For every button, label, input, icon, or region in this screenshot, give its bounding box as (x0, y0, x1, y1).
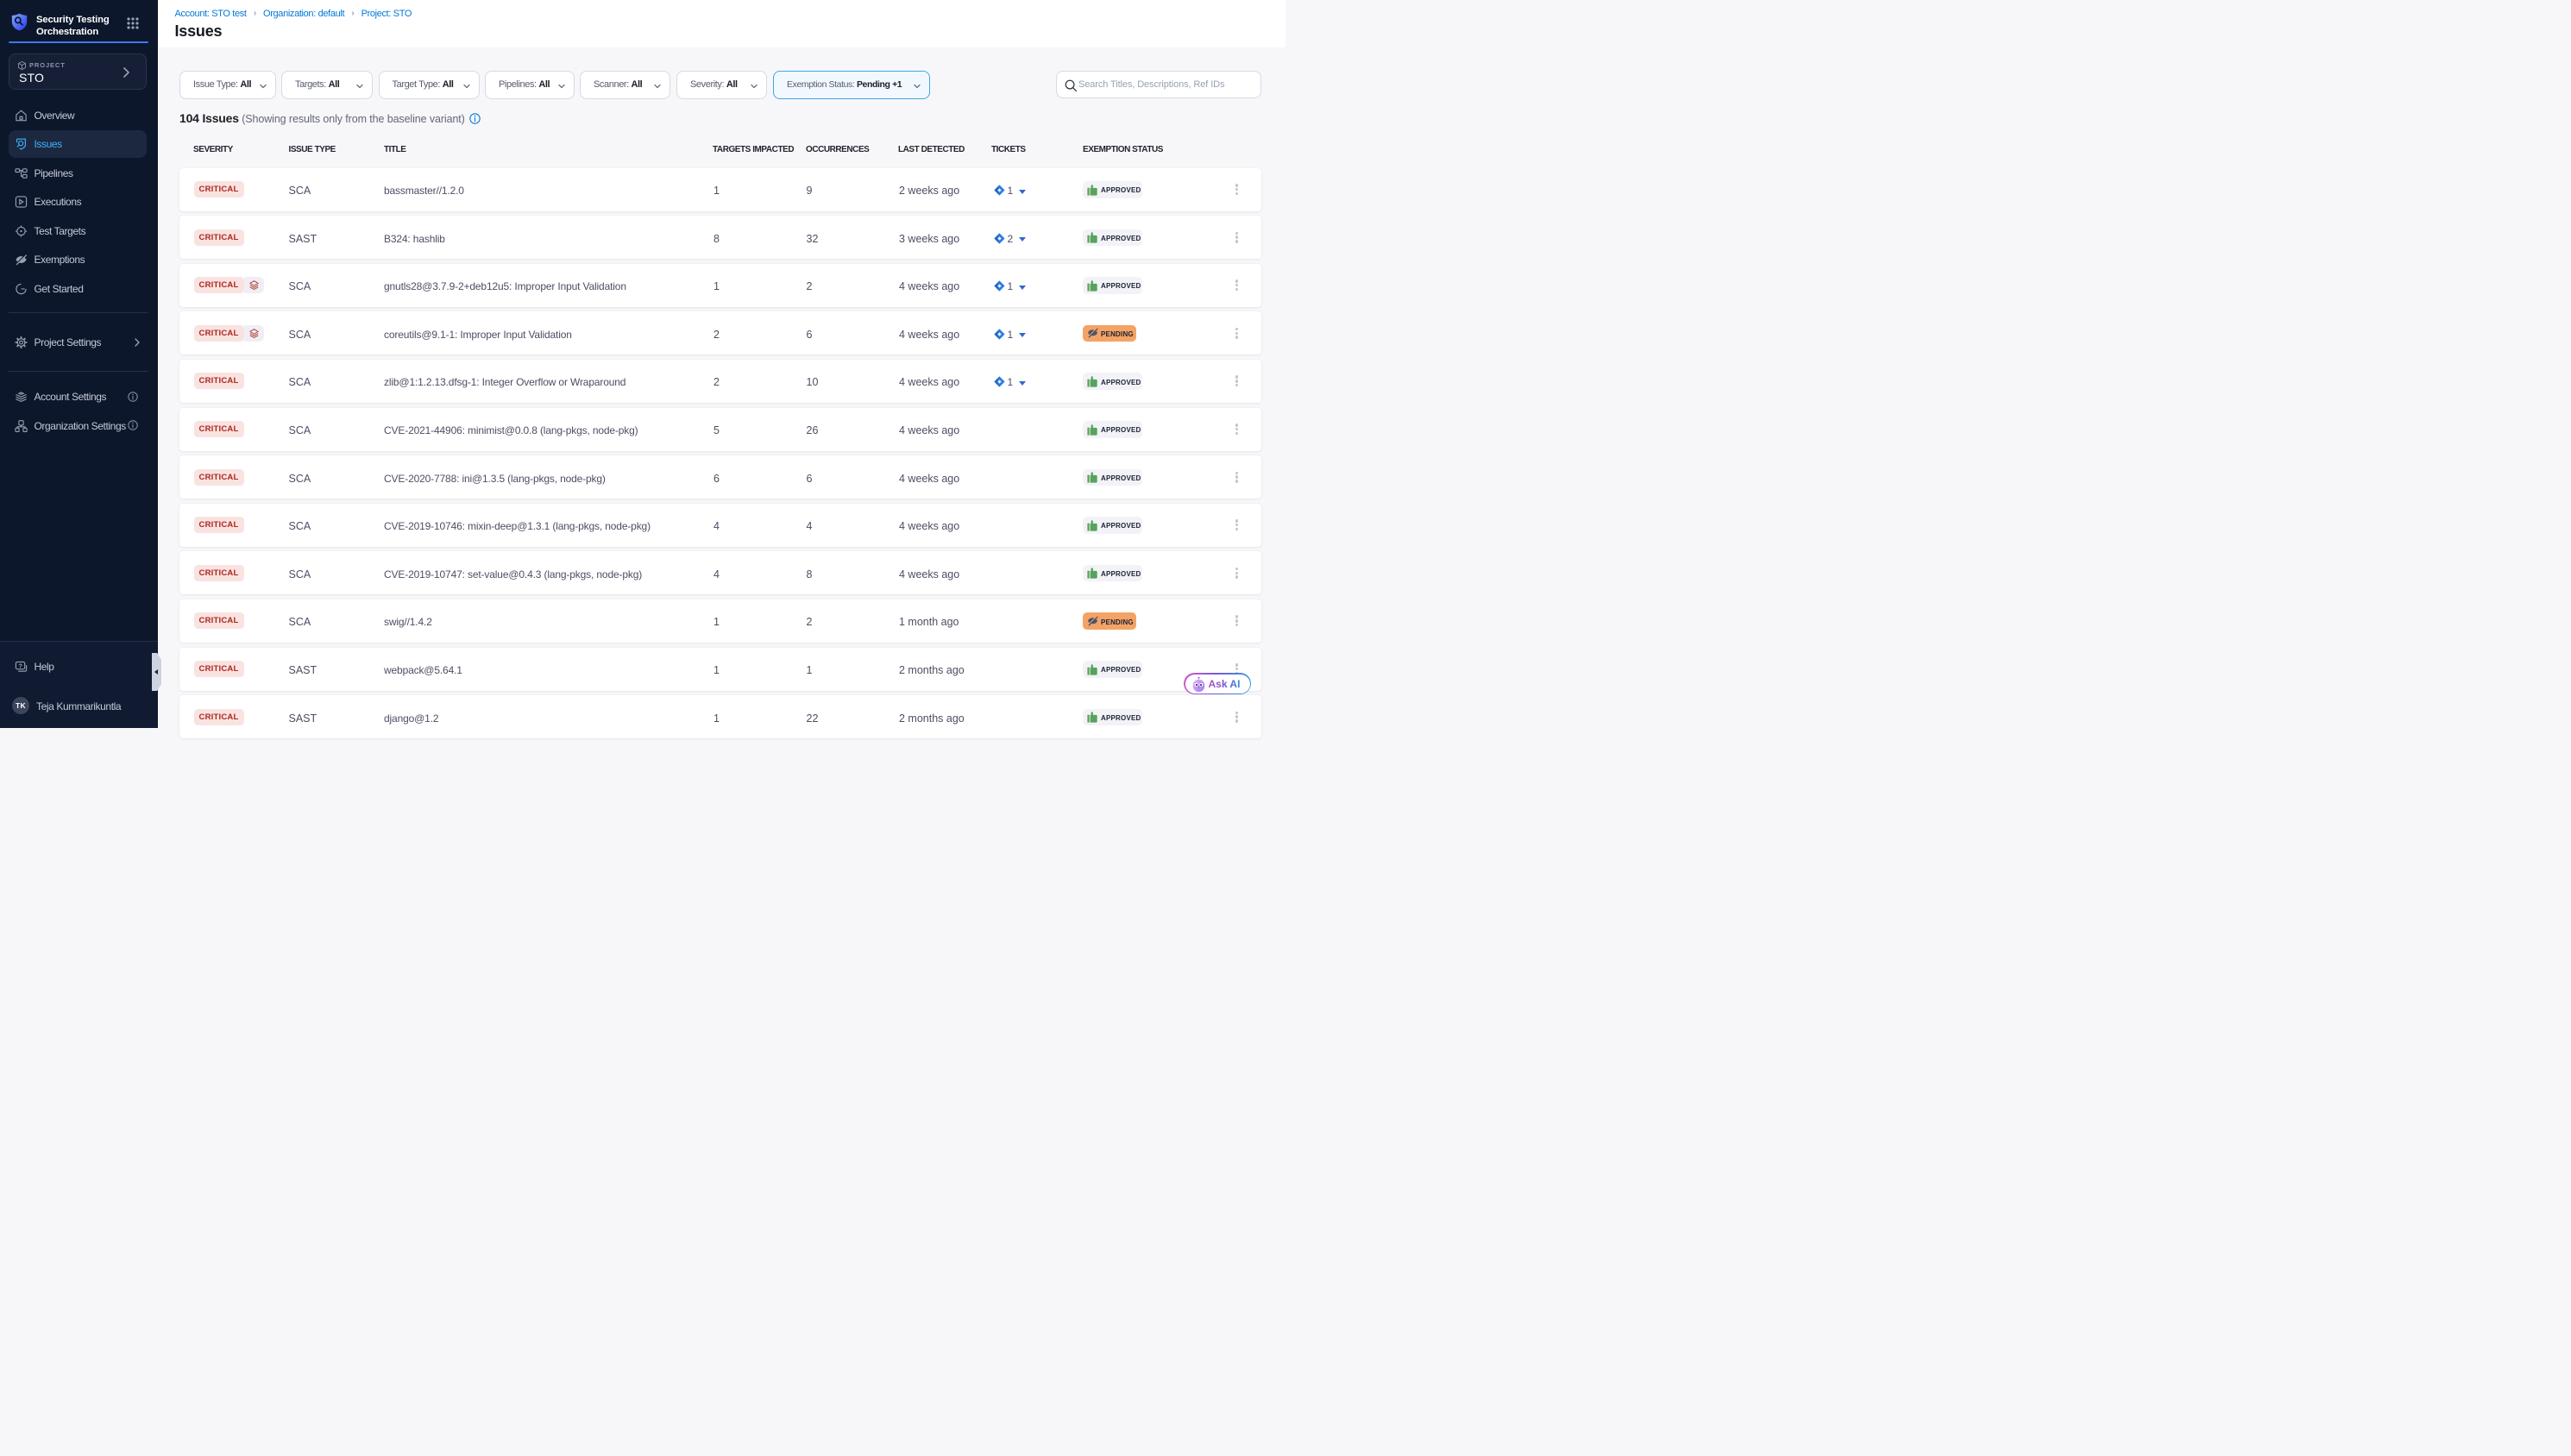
svg-text:?: ? (19, 663, 22, 669)
